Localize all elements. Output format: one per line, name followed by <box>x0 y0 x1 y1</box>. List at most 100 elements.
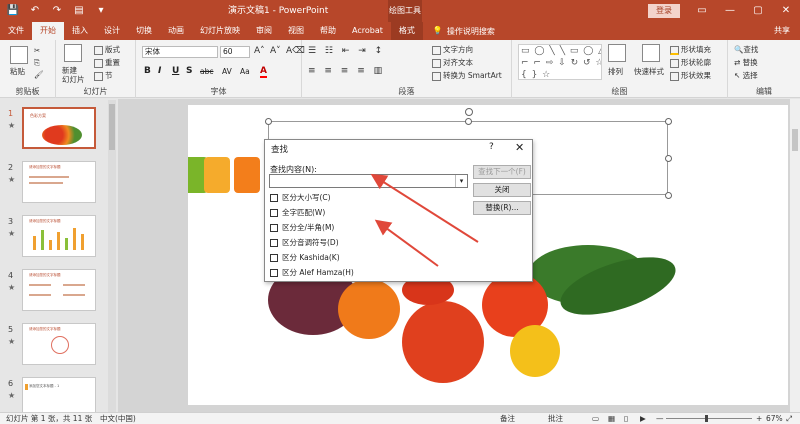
undo-icon[interactable]: ↶ <box>28 3 42 19</box>
align-text-button[interactable]: 对齐文本 <box>432 57 473 68</box>
tab-format[interactable]: 格式 <box>390 22 423 40</box>
zoom-out-button[interactable]: — <box>656 413 664 424</box>
customize-qat-icon[interactable]: ▾ <box>94 3 108 19</box>
arrange-icon[interactable] <box>608 44 626 62</box>
checkbox[interactable] <box>270 268 278 277</box>
grow-font-icon[interactable]: A˄ <box>254 46 265 56</box>
resize-handle[interactable] <box>465 118 472 125</box>
tab-animations[interactable]: 动画 <box>160 22 192 40</box>
fit-to-window-icon[interactable]: ⤢ <box>786 413 792 424</box>
format-painter-icon[interactable]: 🖌 <box>34 70 44 79</box>
scrollbar-thumb[interactable] <box>109 104 115 150</box>
select-button[interactable]: ↖ 选择 <box>734 70 758 81</box>
shape-effects-button[interactable]: 形状效果 <box>670 70 711 81</box>
text-shadow-button[interactable]: S <box>186 66 192 76</box>
close-icon[interactable]: ✕ <box>515 141 524 154</box>
tab-slideshow[interactable]: 幻灯片放映 <box>192 22 248 40</box>
paste-label[interactable]: 粘贴 <box>10 66 25 77</box>
normal-view-icon[interactable]: ▭ <box>592 413 599 424</box>
quick-styles-button[interactable]: 快速样式 <box>634 66 664 77</box>
italic-button[interactable]: I <box>158 66 161 76</box>
tell-me-search[interactable]: 💡 操作说明搜索 <box>423 26 495 37</box>
reading-view-icon[interactable]: ▯ <box>624 413 628 424</box>
text-direction-button[interactable]: 文字方向 <box>432 44 473 55</box>
option-width[interactable]: 区分全/半角(M) <box>270 222 334 233</box>
slide-thumbnail[interactable]: 请添加您的文字标题 <box>22 215 96 257</box>
checkbox[interactable] <box>270 208 278 217</box>
reset-button[interactable]: 重置 <box>94 57 120 68</box>
option-match-case[interactable]: 区分大小写(C) <box>270 192 331 203</box>
tab-acrobat[interactable]: Acrobat <box>344 22 391 40</box>
zoom-level[interactable]: 67% <box>766 413 783 424</box>
checkbox[interactable] <box>270 238 278 247</box>
shape-fill-button[interactable]: 形状填充 <box>670 44 711 55</box>
resize-handle[interactable] <box>665 155 672 162</box>
layout-button[interactable]: 版式 <box>94 44 120 55</box>
zoom-slider[interactable] <box>666 418 752 419</box>
align-buttons[interactable]: ≡ ≡ ≡ ≡ ▥ <box>308 66 385 76</box>
tab-review[interactable]: 审阅 <box>248 22 280 40</box>
option-whole-word[interactable]: 全字匹配(W) <box>270 207 325 218</box>
ribbon-display-icon[interactable]: ▭ <box>688 0 716 22</box>
slide-thumbnail[interactable]: 请添加您的文字标题 <box>22 161 96 203</box>
smartart-button[interactable]: 转换为 SmartArt <box>432 70 502 81</box>
copy-icon[interactable]: ⎘ <box>34 58 40 68</box>
quick-styles-icon[interactable] <box>642 44 660 62</box>
shapes-gallery[interactable]: ▭ ◯ ╲ ╲ ▭ ◯ △ ⌐ ⌐ ⌐ ⇨ ⇩ ↻ ↺ ☆ ▾ { } ☆ <box>518 44 602 80</box>
thumb-row-2[interactable]: 2 ★ 请添加您的文字标题 <box>0 161 106 209</box>
shrink-font-icon[interactable]: A˅ <box>270 46 281 56</box>
tab-insert[interactable]: 插入 <box>64 22 96 40</box>
thumb-row-3[interactable]: 3 ★ 请添加您的文字标题 <box>0 215 106 263</box>
resize-handle[interactable] <box>665 118 672 125</box>
checkbox[interactable] <box>270 253 278 262</box>
comments-button[interactable]: 批注 <box>548 413 563 424</box>
tab-transitions[interactable]: 切换 <box>128 22 160 40</box>
slide-thumbnail[interactable]: 请添加您的文字标题 <box>22 269 96 311</box>
bold-button[interactable]: B <box>144 66 151 76</box>
option-alef-hamza[interactable]: 区分 Alef Hamza(H) <box>270 267 354 278</box>
new-slide-button[interactable]: 新建 幻灯片 <box>62 66 85 84</box>
close-button[interactable]: 关闭 <box>473 183 531 197</box>
chevron-down-icon[interactable]: ▾ <box>455 175 467 187</box>
language-indicator[interactable]: 中文(中国) <box>100 413 136 424</box>
redo-icon[interactable]: ↷ <box>50 3 64 19</box>
font-name-select[interactable]: 宋体 <box>142 46 218 58</box>
share-button[interactable]: 共享 <box>774 22 790 40</box>
zoom-slider-thumb[interactable] <box>705 415 708 422</box>
char-spacing-button[interactable]: AV <box>222 67 232 76</box>
find-button[interactable]: 🔍查找 <box>734 44 758 55</box>
slideshow-view-icon[interactable]: ▶ <box>640 413 646 424</box>
change-case-button[interactable]: Aa <box>240 67 250 76</box>
help-icon[interactable]: ? <box>489 142 494 152</box>
minimize-icon[interactable]: — <box>716 0 744 22</box>
orange-square[interactable] <box>234 157 260 193</box>
tab-design[interactable]: 设计 <box>96 22 128 40</box>
tab-home[interactable]: 开始 <box>32 22 64 40</box>
cut-icon[interactable]: ✂ <box>34 46 40 55</box>
paste-icon[interactable] <box>10 46 28 64</box>
new-slide-icon[interactable] <box>64 44 82 62</box>
section-button[interactable]: 节 <box>94 70 113 81</box>
slide-thumbnail[interactable]: 请添加您的文字标题 <box>22 323 96 365</box>
resize-handle[interactable] <box>265 118 272 125</box>
strikethrough-button[interactable]: abc <box>200 67 213 76</box>
notes-button[interactable]: 备注 <box>500 413 515 424</box>
thumb-row-5[interactable]: 5 ★ 请添加您的文字标题 <box>0 323 106 371</box>
find-next-button[interactable]: 查找下一个(F) <box>473 165 531 179</box>
font-color-button[interactable]: A <box>260 66 267 78</box>
zoom-in-button[interactable]: + <box>756 413 762 424</box>
replace-button[interactable]: 替换(R)... <box>473 201 531 215</box>
thumb-row-4[interactable]: 4 ★ 请添加您的文字标题 <box>0 269 106 317</box>
login-button[interactable]: 登录 <box>648 4 680 18</box>
option-kashida[interactable]: 区分 Kashida(K) <box>270 252 340 263</box>
replace-button[interactable]: ⇄ 替换 <box>734 57 758 68</box>
find-what-input[interactable]: ▾ <box>269 174 468 188</box>
tab-file[interactable]: 文件 <box>0 22 32 40</box>
slideshow-icon[interactable]: ▤ <box>72 3 86 19</box>
arrange-button[interactable]: 排列 <box>608 66 623 77</box>
slide-sorter-icon[interactable]: ▦ <box>608 413 615 424</box>
slide-scrollbar[interactable] <box>790 99 800 412</box>
close-window-icon[interactable]: ✕ <box>772 0 800 22</box>
option-diacritics[interactable]: 区分音调符号(D) <box>270 237 339 248</box>
slide-thumbnail[interactable]: 色彩方案 <box>22 107 96 149</box>
